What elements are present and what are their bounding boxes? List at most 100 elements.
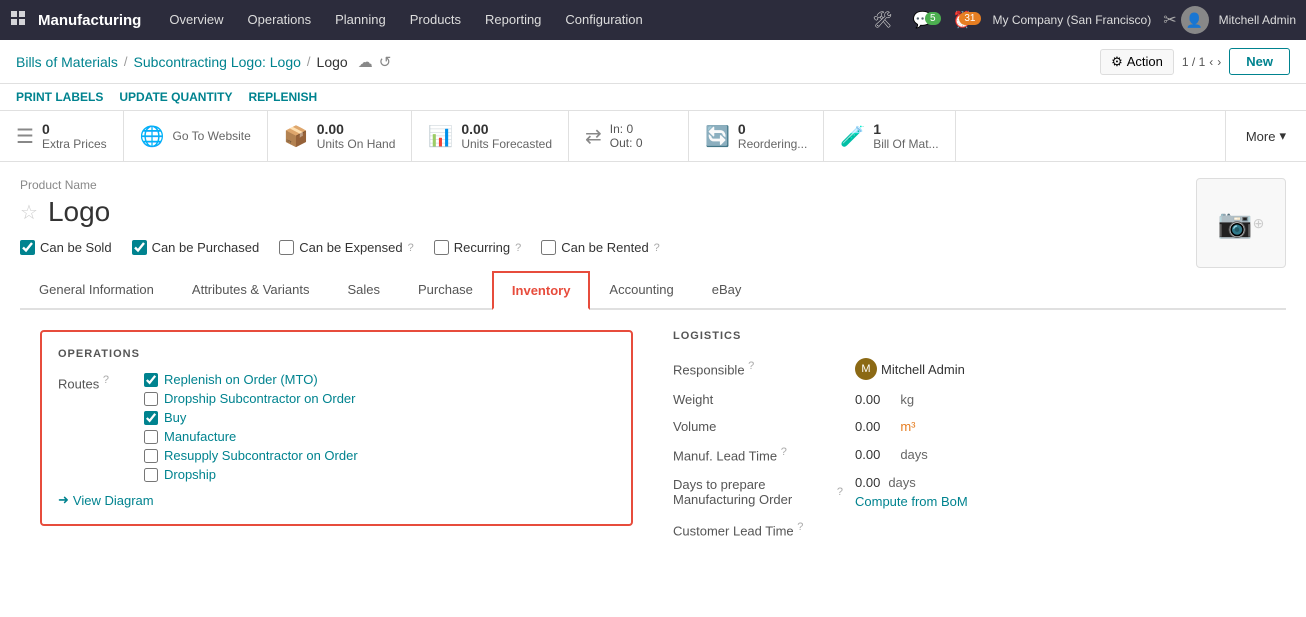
volume-value: 0.00 bbox=[855, 419, 880, 434]
responsible-help-icon: ? bbox=[748, 360, 754, 372]
route-resupply-sub[interactable]: Resupply Subcontractor on Order bbox=[144, 448, 358, 463]
nav-configuration[interactable]: Configuration bbox=[555, 0, 652, 40]
stats-bar: ☰ 0 Extra Prices 🌐 Go To Website 📦 0.00 … bbox=[0, 111, 1306, 162]
go-to-website-stat[interactable]: 🌐 Go To Website bbox=[124, 111, 268, 161]
days-prepare-help-icon: ? bbox=[837, 486, 843, 498]
can-be-rented-checkbox[interactable]: Can be Rented ? bbox=[541, 240, 660, 255]
favorite-icon[interactable]: ☆ bbox=[20, 200, 38, 225]
on-hand-value: 0.00 bbox=[317, 121, 396, 137]
operations-box: OPERATIONS Routes ? Replenish on Order (… bbox=[40, 330, 633, 526]
cloud-icon[interactable]: ☁ bbox=[358, 53, 373, 71]
activity-icon[interactable]: ⏰ 31 bbox=[945, 10, 981, 30]
breadcrumb-parent1[interactable]: Bills of Materials bbox=[16, 54, 118, 70]
bom-icon: 🧪 bbox=[840, 124, 865, 149]
days-prepare-unit: days bbox=[888, 475, 915, 490]
gear-icon: ⚙ bbox=[1111, 54, 1123, 70]
print-labels-link[interactable]: PRINT LABELS bbox=[16, 90, 103, 104]
route-mto[interactable]: Replenish on Order (MTO) bbox=[144, 372, 358, 387]
tab-ebay[interactable]: eBay bbox=[693, 271, 761, 308]
logistics-title: LOGISTICS bbox=[673, 330, 1266, 342]
routes-label: Routes ? bbox=[58, 372, 128, 391]
bom-count: 1 bbox=[873, 121, 938, 137]
reorder-icon: 🔄 bbox=[705, 124, 730, 149]
recurring-checkbox[interactable]: Recurring ? bbox=[434, 240, 521, 255]
route-manufacture[interactable]: Manufacture bbox=[144, 429, 358, 444]
compute-from-bom-link[interactable]: Compute from BoM bbox=[855, 494, 968, 509]
product-tabs: General Information Attributes & Variant… bbox=[20, 271, 1286, 310]
route-buy[interactable]: Buy bbox=[144, 410, 358, 425]
tab-purchase[interactable]: Purchase bbox=[399, 271, 492, 308]
replenish-link[interactable]: REPLENISH bbox=[248, 90, 317, 104]
nav-products[interactable]: Products bbox=[400, 0, 471, 40]
list-icon: ☰ bbox=[16, 124, 34, 149]
in-out-stat[interactable]: ⇄ In: 0 Out: 0 bbox=[569, 111, 689, 161]
tab-general[interactable]: General Information bbox=[20, 271, 173, 308]
can-be-expensed-checkbox[interactable]: Can be Expensed ? bbox=[279, 240, 413, 255]
undo-icon[interactable]: ↺ bbox=[379, 53, 392, 71]
product-form: Product Name ☆ Logo Can be Sold Can be P… bbox=[0, 162, 1306, 587]
forecasted-icon: 📊 bbox=[428, 124, 453, 149]
customer-lead-help-icon: ? bbox=[797, 521, 803, 533]
manuf-lead-help-icon: ? bbox=[781, 446, 787, 458]
scissors-icon[interactable]: ✂ bbox=[1163, 10, 1176, 30]
extra-prices-stat[interactable]: ☰ 0 Extra Prices bbox=[0, 111, 124, 161]
on-hand-icon: 📦 bbox=[284, 124, 309, 149]
can-be-sold-checkbox[interactable]: Can be Sold bbox=[20, 240, 112, 255]
tab-inventory[interactable]: Inventory bbox=[492, 271, 591, 310]
nav-operations[interactable]: Operations bbox=[238, 0, 322, 40]
pagination: 1 / 1 ‹ › bbox=[1182, 55, 1221, 69]
nav-overview[interactable]: Overview bbox=[159, 0, 233, 40]
breadcrumb-parent2[interactable]: Subcontracting Logo: Logo bbox=[134, 54, 301, 70]
weight-row: Weight 0.00 kg bbox=[673, 392, 1266, 407]
on-hand-stat[interactable]: 📦 0.00 Units On Hand bbox=[268, 111, 413, 161]
customer-lead-row: Customer Lead Time ? bbox=[673, 521, 1266, 538]
route-dropship-sub[interactable]: Dropship Subcontractor on Order bbox=[144, 391, 358, 406]
rented-help-icon: ? bbox=[654, 242, 660, 254]
forecasted-stat[interactable]: 📊 0.00 Units Forecasted bbox=[412, 111, 569, 161]
in-value: 0 bbox=[626, 122, 633, 136]
prev-icon[interactable]: ‹ bbox=[1209, 55, 1213, 69]
manuf-lead-row: Manuf. Lead Time ? 0.00 days bbox=[673, 446, 1266, 463]
nav-reporting[interactable]: Reporting bbox=[475, 0, 551, 40]
go-to-website-label: Go To Website bbox=[173, 129, 251, 143]
extra-prices-label: Extra Prices bbox=[42, 137, 107, 151]
app-name: Manufacturing bbox=[38, 12, 141, 29]
product-title: Logo bbox=[48, 196, 110, 228]
user-avatar[interactable]: 👤 bbox=[1181, 6, 1209, 34]
app-grid-icon[interactable] bbox=[10, 10, 28, 31]
new-button[interactable]: New bbox=[1229, 48, 1290, 75]
nav-planning[interactable]: Planning bbox=[325, 0, 396, 40]
routes-help-icon: ? bbox=[103, 374, 109, 386]
product-name-label: Product Name bbox=[20, 178, 1176, 192]
top-navigation: Manufacturing Overview Operations Planni… bbox=[0, 0, 1306, 40]
breadcrumb-current: Logo bbox=[317, 54, 348, 70]
update-quantity-link[interactable]: UPDATE QUANTITY bbox=[119, 90, 232, 104]
responsible-row: Responsible ? M Mitchell Admin bbox=[673, 358, 1266, 380]
route-dropship[interactable]: Dropship bbox=[144, 467, 358, 482]
next-icon[interactable]: › bbox=[1217, 55, 1221, 69]
more-button[interactable]: More ▾ bbox=[1225, 111, 1306, 161]
tab-sales[interactable]: Sales bbox=[328, 271, 399, 308]
action-bar: PRINT LABELS UPDATE QUANTITY REPLENISH bbox=[0, 84, 1306, 111]
reordering-stat[interactable]: 🔄 0 Reordering... bbox=[689, 111, 824, 161]
tab-attributes[interactable]: Attributes & Variants bbox=[173, 271, 329, 308]
chat-icon[interactable]: 💬 5 bbox=[905, 10, 941, 30]
support-icon[interactable]: 🛠 bbox=[864, 10, 900, 30]
chat-badge: 5 bbox=[925, 12, 941, 25]
volume-row: Volume 0.00 m³ bbox=[673, 419, 1266, 434]
breadcrumb-sep2: / bbox=[307, 54, 311, 69]
can-be-purchased-checkbox[interactable]: Can be Purchased bbox=[132, 240, 260, 255]
breadcrumb-bar: Bills of Materials / Subcontracting Logo… bbox=[0, 40, 1306, 84]
manuf-lead-value: 0.00 bbox=[855, 447, 880, 462]
action-button[interactable]: ⚙ Action bbox=[1100, 49, 1174, 75]
camera-icon: 📷 bbox=[1218, 207, 1253, 240]
expensed-help-icon: ? bbox=[408, 242, 414, 254]
product-image[interactable]: 📷 ⊕ bbox=[1196, 178, 1286, 268]
out-value: 0 bbox=[636, 136, 643, 150]
extra-prices-count: 0 bbox=[42, 121, 107, 137]
reordering-label: Reordering... bbox=[738, 137, 807, 151]
tab-accounting[interactable]: Accounting bbox=[590, 271, 692, 308]
view-diagram-link[interactable]: ➜ View Diagram bbox=[58, 492, 615, 508]
website-icon: 🌐 bbox=[140, 124, 165, 149]
bom-stat[interactable]: 🧪 1 Bill Of Mat... bbox=[824, 111, 955, 161]
